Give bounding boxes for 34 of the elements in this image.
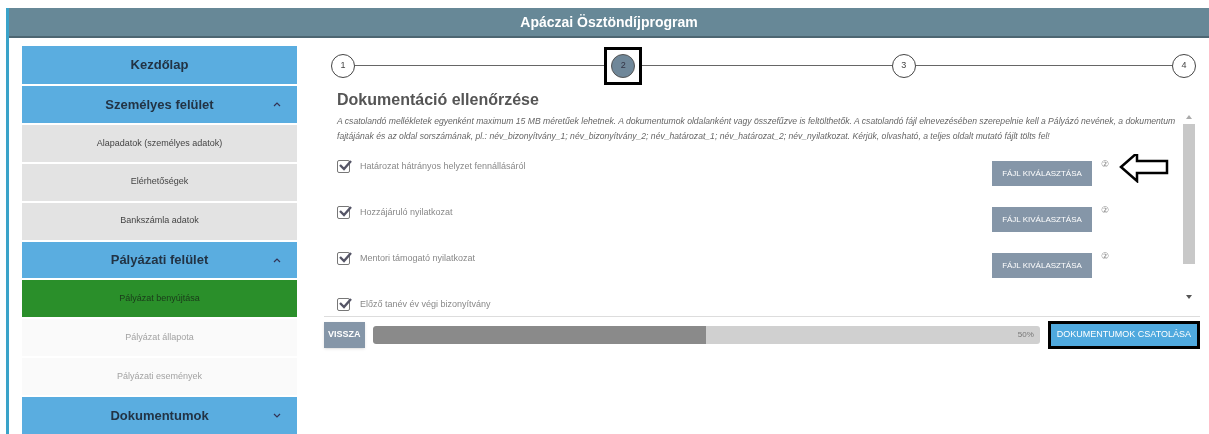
document-label: Hozzájáruló nyilatkozat xyxy=(360,206,453,219)
back-button[interactable]: VISSZA xyxy=(324,322,365,348)
scroll-down-icon[interactable] xyxy=(1185,294,1193,300)
window-title: Apáczai Ösztöndíjprogram xyxy=(520,12,698,32)
chevron-icon xyxy=(273,413,281,419)
sidebar-menu-item[interactable]: Bankszámla adatok xyxy=(22,202,297,240)
sidebar-section-header[interactable]: Személyes felület xyxy=(22,85,297,123)
progress-reading: 50% xyxy=(1017,329,1034,341)
sidebar-menu-item[interactable]: Alapadatok (személyes adatok) xyxy=(22,124,297,162)
arrow-icon xyxy=(1119,154,1169,183)
help-icon[interactable]: ② xyxy=(1101,204,1109,218)
checkbox[interactable] xyxy=(337,298,350,311)
document-label: Előző tanév év végi bizonyítvány xyxy=(360,298,491,311)
sidebar-section-header[interactable]: Dokumentumok xyxy=(22,397,297,434)
sidebar-menu-item[interactable]: Pályázat benyújtása xyxy=(22,280,297,318)
scrollbar-thumb[interactable] xyxy=(1183,124,1195,264)
sidebar-section-header[interactable]: Pályázati felület xyxy=(22,241,297,279)
document-label: Határozat hátrányos helyzet fennállásáról xyxy=(360,160,526,173)
sidebar-menu-item[interactable]: Elérhetőségek xyxy=(22,163,297,201)
document-label: Mentori támogató nyilatkozat xyxy=(360,252,476,265)
chevron-icon xyxy=(273,257,281,263)
chevron-icon xyxy=(273,101,281,107)
checkbox[interactable] xyxy=(337,206,350,219)
help-icon[interactable]: ② xyxy=(1101,158,1109,172)
choose-file-button[interactable]: FÁJL KIVÁLASZTÁSA xyxy=(992,253,1092,278)
choose-file-button[interactable]: FÁJL KIVÁLASZTÁSA xyxy=(992,161,1092,186)
choose-file-button[interactable]: FÁJL KIVÁLASZTÁSA xyxy=(992,207,1092,232)
section-title: Dokumentáció ellenőrzése xyxy=(337,90,540,110)
instructions-text: A csatolandó mellékletek egyenként maximum 15 MB méretűek lehetnek. A dokumentumok oldalanként vagy összefűzve is feltölthetők. A csatolandó fájl elnevezésében szerepelnie kell a Pályázó nevének, a dokumentum fajtájának és az oldal sorszámának, pl.: név_bizonyítvány_1; név_bizonyítvány_2; név_határozat_1; név_határozat_2; név_nyilatkozat. Kérjük, olvasható, a teljes oldalt mutató fájlt tölts fel! xyxy=(337,115,1177,143)
attach-documents-button[interactable]: DOKUMENTUMOK CSATOLÁSA xyxy=(1047,321,1200,349)
checkbox[interactable] xyxy=(337,252,350,265)
checkbox[interactable] xyxy=(337,160,350,173)
sidebar-menu-item[interactable]: Kezdőlap xyxy=(22,46,297,84)
help-icon[interactable]: ② xyxy=(1101,250,1109,264)
